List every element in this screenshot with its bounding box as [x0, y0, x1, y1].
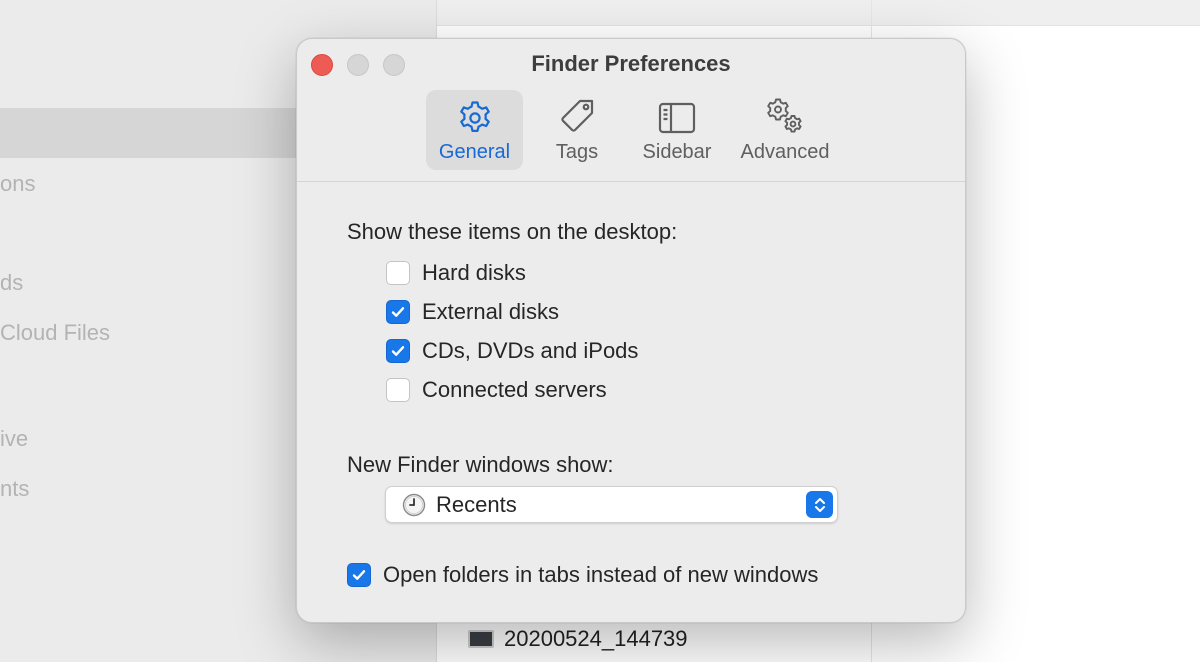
checkbox-label: Hard disks	[422, 260, 526, 285]
checkmark-icon	[391, 307, 405, 317]
dialog-titlebar: Finder Preferences General Tags Sidebar …	[297, 39, 965, 182]
gears-icon	[767, 98, 802, 133]
tab-general[interactable]: General	[426, 90, 523, 170]
checkbox-box[interactable]	[347, 563, 371, 587]
clock-icon	[402, 493, 426, 516]
new-window-heading: New Finder windows show:	[347, 452, 614, 477]
popup-chevron-updown-icon[interactable]	[806, 491, 833, 518]
sidebar-icon	[658, 102, 696, 134]
checkbox-hard-disks[interactable]: Hard disks	[386, 260, 526, 286]
popup-selected-value: Recents	[436, 491, 517, 517]
tab-label: Advanced	[740, 141, 830, 163]
tab-sidebar[interactable]: Sidebar	[631, 90, 723, 170]
checkbox-connected-servers[interactable]: Connected servers	[386, 377, 607, 403]
checkbox-box[interactable]	[386, 261, 410, 285]
checkbox-cds-dvds-ipods[interactable]: CDs, DVDs and iPods	[386, 338, 638, 364]
checkbox-open-folders-in-tabs[interactable]: Open folders in tabs instead of new wind…	[347, 562, 818, 588]
sidebar-item-fragment[interactable]: Cloud Files	[0, 320, 110, 346]
tab-label: General	[438, 141, 511, 163]
preferences-tab-bar: General Tags Sidebar Advanced	[426, 90, 839, 170]
file-list-row[interactable]: 20200524_144739	[468, 624, 688, 654]
file-name: 20200524_144739	[504, 626, 688, 651]
tab-label: Sidebar	[642, 141, 712, 163]
dialog-title: Finder Preferences	[531, 51, 731, 76]
checkbox-label: CDs, DVDs and iPods	[422, 338, 639, 363]
finder-preferences-dialog: Finder Preferences General Tags Sidebar …	[296, 38, 966, 623]
checkmark-icon	[391, 346, 405, 356]
tab-label: Tags	[555, 141, 599, 163]
sidebar-item-fragment[interactable]: ds	[0, 270, 23, 296]
checkbox-label: External disks	[422, 299, 559, 324]
checkmark-icon	[352, 570, 366, 580]
checkbox-label: Connected servers	[422, 377, 607, 402]
checkbox-box[interactable]	[386, 378, 410, 402]
sidebar-item-fragment[interactable]: ive	[0, 426, 28, 452]
sidebar-item-fragment[interactable]: ons	[0, 171, 35, 197]
checkbox-label: Open folders in tabs instead of new wind…	[383, 562, 819, 587]
finder-toolbar-strip	[872, 0, 1200, 26]
desktop-items-heading: Show these items on the desktop:	[347, 219, 678, 244]
chevron-updown-icon	[814, 497, 825, 512]
checkbox-box[interactable]	[386, 300, 410, 324]
checkbox-box[interactable]	[386, 339, 410, 363]
finder-toolbar-strip	[437, 0, 871, 26]
tag-icon	[561, 99, 594, 132]
tab-tags[interactable]: Tags	[531, 90, 623, 170]
new-window-target-popup[interactable]: Recents	[385, 486, 838, 523]
tab-advanced[interactable]: Advanced	[731, 90, 839, 170]
gear-icon	[459, 101, 490, 132]
image-file-icon	[468, 630, 494, 648]
sidebar-item-fragment[interactable]: nts	[0, 476, 29, 502]
checkbox-external-disks[interactable]: External disks	[386, 299, 559, 325]
